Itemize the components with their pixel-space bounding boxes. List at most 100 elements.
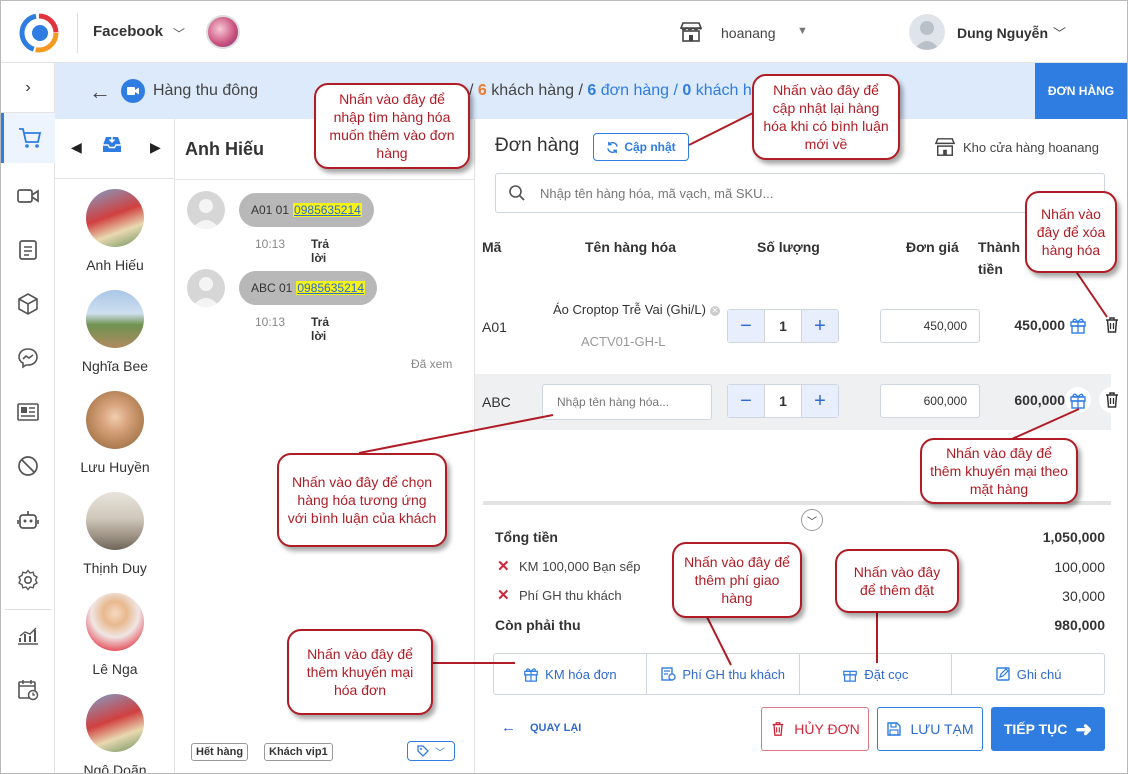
page-avatar[interactable] bbox=[206, 15, 240, 49]
nav-item-history[interactable] bbox=[1, 665, 55, 715]
divider bbox=[77, 13, 78, 53]
delete-item-button[interactable] bbox=[1099, 387, 1125, 413]
contact-list: ◀ ▶ Anh Hiếu Nghĩa Bee Lưu Huyền Thịnh D… bbox=[55, 119, 175, 774]
zero-count: 0 bbox=[682, 82, 692, 99]
nav-item-customers[interactable] bbox=[1, 387, 55, 437]
note-button[interactable]: Ghi chú bbox=[952, 654, 1104, 694]
contact-item[interactable]: Anh Hiếu bbox=[55, 189, 175, 273]
video-icon bbox=[17, 189, 39, 203]
nav-item-settings[interactable] bbox=[1, 555, 55, 605]
increase-button[interactable]: + bbox=[802, 385, 838, 417]
reply-button[interactable]: Trả lời bbox=[311, 315, 329, 343]
unit-price-input[interactable]: 450,000 bbox=[880, 309, 980, 343]
contact-item[interactable]: Ngô Doãn bbox=[55, 694, 175, 774]
customer-tag[interactable]: Hết hàng bbox=[191, 743, 249, 761]
continue-button[interactable]: TIẾP TỤC ➜ bbox=[991, 707, 1105, 751]
back-arrow-icon[interactable]: ← bbox=[89, 79, 111, 105]
store-icon bbox=[679, 22, 703, 42]
remove-discount-icon[interactable]: ✕ bbox=[497, 557, 510, 575]
shipping-label: Phí GH thu khách bbox=[519, 588, 622, 603]
item-name-input[interactable] bbox=[542, 384, 712, 420]
search-icon bbox=[509, 185, 525, 201]
customers-label: khách hàng / bbox=[491, 82, 583, 99]
deposit-button[interactable]: Đặt cọc bbox=[800, 654, 953, 694]
save-draft-button[interactable]: LƯU TẠM bbox=[877, 707, 983, 751]
order-item-row: ABC − 1 + 600,000 600,000 bbox=[475, 374, 1125, 430]
nav-item-bot[interactable] bbox=[1, 495, 55, 545]
nav-item-reports[interactable] bbox=[1, 611, 55, 661]
line-total: 600,000 bbox=[1014, 392, 1065, 408]
caret-down-icon[interactable]: ▼ bbox=[797, 25, 808, 37]
chevron-down-icon[interactable]: ﹀ bbox=[173, 25, 185, 42]
collapse-toggle-icon[interactable]: ﹀ bbox=[801, 509, 823, 531]
product-search-input[interactable] bbox=[540, 174, 1090, 212]
orders-label: đơn hàng / bbox=[600, 82, 678, 99]
page-selector-label[interactable]: Facebook bbox=[93, 23, 163, 40]
contact-item[interactable]: Lê Nga bbox=[55, 593, 175, 677]
inbox-icon[interactable] bbox=[101, 133, 123, 155]
document-icon bbox=[19, 240, 37, 260]
order-title: Đơn hàng bbox=[495, 135, 580, 156]
update-button[interactable]: Cập nhật bbox=[593, 133, 689, 161]
arrow-right-icon: ➜ bbox=[1075, 718, 1093, 741]
decrease-button[interactable]: − bbox=[728, 385, 764, 417]
back-link[interactable]: ← QUAY LẠI bbox=[501, 719, 581, 736]
gift-icon[interactable] bbox=[1069, 316, 1087, 334]
trash-icon[interactable] bbox=[1103, 316, 1121, 334]
contact-name: Ngô Doãn bbox=[83, 762, 147, 774]
contact-item[interactable]: Nghĩa Bee bbox=[55, 290, 175, 374]
contact-name: Anh Hiếu bbox=[86, 257, 144, 273]
shipping-value: 30,000 bbox=[1062, 588, 1105, 604]
gift-icon bbox=[1070, 393, 1086, 409]
comment-bubble: ABC 01 0985635214 bbox=[239, 271, 378, 305]
nav-item-posts[interactable] bbox=[1, 225, 55, 275]
tag-dropdown-button[interactable]: ﹀ bbox=[407, 741, 455, 761]
nav-item-products[interactable] bbox=[1, 279, 55, 329]
decrease-button[interactable]: − bbox=[728, 310, 764, 342]
contact-list-header: ◀ ▶ bbox=[55, 119, 174, 179]
callout-item-promo: Nhấn vào đây để thêm khuyến mại theo mặt… bbox=[920, 438, 1078, 504]
tab-orders[interactable]: ĐƠN HÀNG bbox=[1035, 63, 1127, 119]
store-name[interactable]: hoanang bbox=[721, 25, 776, 41]
item-promo-button[interactable] bbox=[1065, 387, 1091, 413]
nav-item-video[interactable] bbox=[1, 171, 55, 221]
contact-name: Lưu Huyền bbox=[80, 459, 150, 475]
expand-nav-icon[interactable]: › bbox=[1, 63, 55, 113]
chevron-down-icon[interactable]: ﹀ bbox=[1053, 23, 1066, 42]
warehouse-selector[interactable]: Kho cửa hàng hoanang bbox=[933, 137, 1099, 157]
user-avatar[interactable] bbox=[909, 14, 945, 50]
contact-item[interactable]: Thịnh Duy bbox=[55, 492, 175, 576]
phone-link[interactable]: 0985635214 bbox=[293, 203, 362, 217]
action-label: KM hóa đơn bbox=[545, 666, 617, 682]
quantity-value[interactable]: 1 bbox=[764, 385, 802, 417]
next-arrow-icon[interactable]: ▶ bbox=[150, 139, 161, 156]
cancel-order-button[interactable]: HỦY ĐƠN bbox=[761, 707, 869, 751]
item-sku: ACTV01-GH-L bbox=[581, 334, 666, 349]
nav-item-blocked[interactable] bbox=[1, 441, 55, 491]
increase-button[interactable]: + bbox=[802, 310, 838, 342]
shipping-fee-button[interactable]: Phí GH thu khách bbox=[647, 654, 800, 694]
remove-shipping-icon[interactable]: ✕ bbox=[497, 586, 510, 604]
action-label: Ghi chú bbox=[1016, 666, 1062, 682]
contact-item[interactable]: Lưu Huyền bbox=[55, 391, 175, 475]
nav-item-orders[interactable] bbox=[1, 113, 55, 163]
nav-item-messenger[interactable] bbox=[1, 333, 55, 383]
save-icon bbox=[887, 722, 902, 736]
cart-icon bbox=[18, 128, 41, 148]
comment-text: ABC 01 bbox=[251, 281, 293, 295]
phone-link[interactable]: 0985635214 bbox=[296, 281, 366, 295]
unit-price-input[interactable]: 600,000 bbox=[880, 384, 980, 418]
prev-arrow-icon[interactable]: ◀ bbox=[71, 139, 82, 156]
left-nav: › bbox=[1, 63, 55, 773]
customer-tag[interactable]: Khách vip1 bbox=[264, 743, 333, 761]
invoice-promo-button[interactable]: KM hóa đơn bbox=[494, 654, 647, 694]
quantity-value[interactable]: 1 bbox=[764, 310, 802, 342]
robot-icon bbox=[17, 511, 39, 529]
user-name[interactable]: Dung Nguyễn bbox=[957, 25, 1048, 41]
refresh-icon bbox=[607, 141, 619, 153]
reply-button[interactable]: Trả lời bbox=[311, 237, 329, 265]
total-label: Tổng tiền bbox=[495, 529, 558, 545]
discount-value: 100,000 bbox=[1054, 559, 1105, 575]
clear-icon[interactable]: ✕ bbox=[709, 305, 720, 316]
save-label: LƯU TẠM bbox=[910, 721, 974, 737]
